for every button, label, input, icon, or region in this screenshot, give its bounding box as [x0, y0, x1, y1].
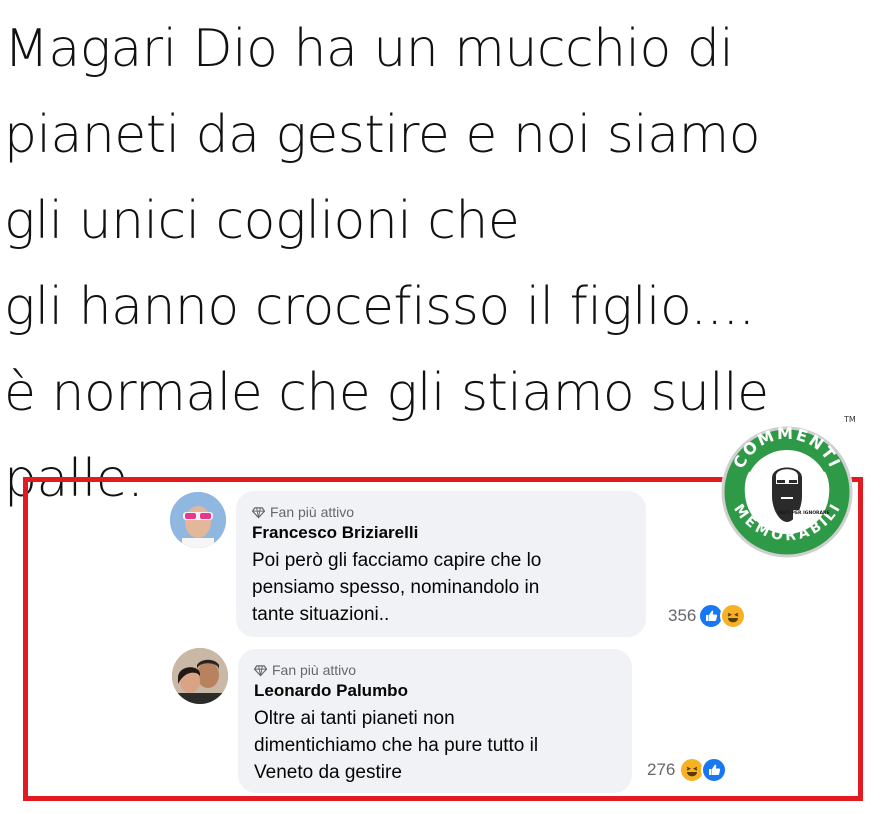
top-fan-badge: Fan più attivo — [254, 661, 616, 679]
avatar[interactable] — [172, 648, 228, 704]
diamond-icon — [254, 664, 267, 676]
reaction-summary[interactable]: 276 — [647, 757, 728, 783]
reaction-count: 356 — [668, 606, 697, 625]
headline-line: Magari Dio ha un mucchio di — [4, 19, 734, 79]
avatar-photo — [170, 492, 226, 548]
comment-text-line: pensiamo spesso, nominandolo in — [252, 577, 540, 598]
comment-text: Poi però gli facciamo capire che lo pens… — [252, 547, 630, 628]
avatar[interactable] — [170, 492, 226, 548]
avatar-photo — [172, 648, 228, 704]
comment-text-line: Poi però gli facciamo capire che lo — [252, 550, 542, 571]
comment-text-line: tante situazioni.. — [252, 604, 390, 625]
haha-icon — [720, 603, 747, 629]
headline-line: gli unici coglioni che — [4, 191, 520, 251]
comment-text-line: Veneto da gestire — [254, 762, 402, 783]
diamond-icon — [252, 506, 265, 518]
comment-text-line: Oltre ai tanti pianeti non — [254, 708, 455, 729]
like-icon — [701, 757, 728, 783]
comment-text: Oltre ai tanti pianeti non dimentichiamo… — [254, 705, 616, 786]
headline-line: gli hanno crocefisso il figlio.... — [4, 277, 755, 337]
trademark-mark: TM — [843, 415, 855, 424]
comment-bubble: Fan più attivo Francesco Briziarelli Poi… — [236, 491, 646, 637]
reaction-summary[interactable]: 356 — [668, 603, 747, 629]
reaction-count: 276 — [647, 760, 676, 779]
comment-bubble: Fan più attivo Leonardo Palumbo Oltre ai… — [238, 649, 632, 793]
top-fan-badge: Fan più attivo — [252, 503, 630, 521]
comment-author[interactable]: Francesco Briziarelli — [252, 523, 630, 543]
badge-label: Fan più attivo — [270, 504, 355, 520]
comment-text-line: dimentichiamo che ha pure tutto il — [254, 735, 539, 756]
commenti-memorabili-logo: COMMENTI MEMORABILI NATI PER IGNORARE TM — [721, 415, 855, 558]
comment-author[interactable]: Leonardo Palumbo — [254, 681, 616, 701]
badge-label: Fan più attivo — [272, 662, 357, 678]
logo-small-text: NATI PER IGNORARE — [778, 510, 829, 516]
headline-line: pianeti da gestire e noi siamo — [4, 105, 761, 165]
